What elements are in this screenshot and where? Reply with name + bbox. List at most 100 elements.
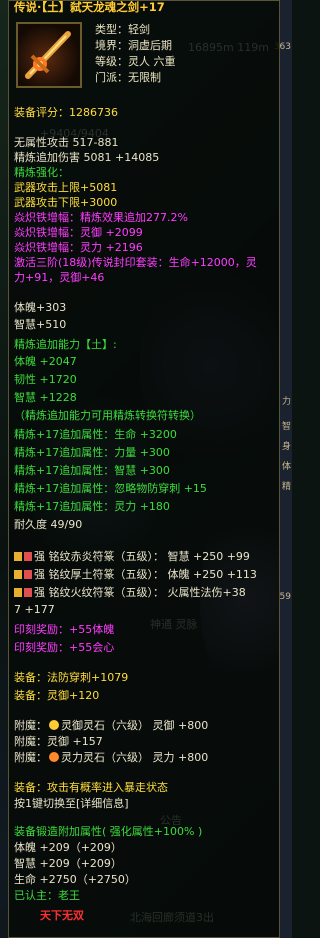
attribute-text: 按1键切换至[详细信息] <box>14 797 129 810</box>
item-realm: 境界：洞虚后期 <box>95 39 172 52</box>
attribute-line: 精炼+17追加属性：生命 +3200 <box>14 427 177 442</box>
attribute-line: 按1键切换至[详细信息] <box>14 796 129 811</box>
attribute-line: 体魄 +209（+209） <box>14 840 122 855</box>
attribute-text: 精炼+17追加属性：智慧 +300 <box>14 464 170 477</box>
gem-icon <box>49 752 59 762</box>
gem-icon <box>49 720 59 730</box>
attribute-text: 精炼+17追加属性：力量 +300 <box>14 446 170 459</box>
attribute-text: 韧性 +1720 <box>14 373 77 386</box>
attribute-line: 焱炽铁增幅：灵力 +2196 <box>14 240 143 255</box>
right-edge-strip: 363 力智身体精 59 <box>274 0 292 938</box>
background-text: 北海回廊须道3出 <box>130 911 214 924</box>
attribute-line: 精炼+17追加属性：忽略物防穿刺 +15 <box>14 481 207 496</box>
side-label: 身 <box>281 442 291 452</box>
attribute-line: 耐久度 49/90 <box>14 517 82 532</box>
attribute-line: 体魄+303 <box>14 300 66 315</box>
side-label: 智 <box>281 422 291 432</box>
attribute-text: 装备：法防穿刺+1079 <box>14 671 129 684</box>
attribute-text: 智慧 +1228 <box>14 391 77 404</box>
attribute-line: 武器攻击下限+3000 <box>14 195 117 210</box>
equipment-score: 装备评分：1286736 <box>14 106 118 119</box>
lock-icon <box>14 570 22 579</box>
attribute-line: 精炼追加伤害 5081 +14085 <box>14 150 159 165</box>
attribute-text: 焱炽铁增幅：灵力 +2196 <box>14 241 143 254</box>
attribute-text: 精炼+17追加属性：灵力 +180 <box>14 500 170 513</box>
attribute-text: 焱炽铁增幅：灵御 +2099 <box>14 226 143 239</box>
item-type: 类型：轻剑 <box>95 23 150 36</box>
attribute-line: 附魔：灵御 +157 <box>14 734 103 749</box>
attribute-line: 智慧 +209（+209） <box>14 856 122 871</box>
attribute-text: 生命 +2750（+2750） <box>14 873 136 886</box>
background-text: 公告 <box>160 814 182 827</box>
lock-icon <box>14 552 22 561</box>
attribute-text: 精炼追加伤害 5081 +14085 <box>14 151 160 164</box>
attribute-text: 力+91，灵御+46 <box>14 271 105 284</box>
attribute-text: （精炼追加能力可用精炼转换符转换） <box>14 409 201 422</box>
attribute-line: 装备：法防穿刺+1079 <box>14 670 128 685</box>
sword-icon <box>16 22 82 88</box>
attribute-line: 已认主：老王 <box>14 888 80 903</box>
attribute-line: 装备：攻击有概率进入暴走状态 <box>14 780 168 795</box>
attribute-text: 体魄 +2047 <box>14 355 77 368</box>
attribute-line: 附魔： 灵力灵石（六级） 灵力 +800 <box>14 750 208 765</box>
status-badge: 天下无双 <box>40 909 84 922</box>
attribute-text: 灵力灵石（六级） 灵力 +800 <box>61 751 209 764</box>
attribute-line: 智慧+510 <box>14 317 66 332</box>
attribute-line: 焱炽铁增幅：精炼效果追加277.2% <box>14 210 188 225</box>
attribute-line: 精炼+17追加属性：灵力 +180 <box>14 499 170 514</box>
background-text: 神通 灵脉 <box>150 618 198 631</box>
attribute-text: 强 铭纹赤炎符篆（五级）： 智慧 +250 +99 <box>34 550 250 563</box>
attribute-text: 体魄 +209（+209） <box>14 841 122 854</box>
attribute-text: 智慧 +209（+209） <box>14 857 122 870</box>
attribute-text: 附魔： <box>14 719 47 732</box>
attribute-line: 精炼追加能力【土】: <box>14 337 117 352</box>
attribute-text: 印刻奖励：+55体魄 <box>14 623 115 636</box>
attribute-text: 已认主：老王 <box>14 889 80 902</box>
attribute-text: 耐久度 49/90 <box>14 518 83 531</box>
side-label: 体 <box>281 462 291 472</box>
item-title: 传说·【土】弑天龙魂之剑+17 <box>14 0 165 14</box>
attribute-line: 武器攻击上限+5081 <box>14 180 117 195</box>
attribute-text: 武器攻击上限+5081 <box>14 181 118 194</box>
attribute-text: 7 +177 <box>14 603 55 616</box>
item-sect: 门派：无限制 <box>95 71 161 84</box>
attribute-line: 印刻奖励：+55会心 <box>14 640 114 655</box>
attribute-line: 体魄 +2047 <box>14 354 77 369</box>
attribute-text: 精炼+17追加属性：忽略物防穿刺 +15 <box>14 482 207 495</box>
attribute-text: 焱炽铁增幅：精炼效果追加277.2% <box>14 211 188 224</box>
attribute-line: 精炼+17追加属性：智慧 +300 <box>14 463 170 478</box>
rune-icon <box>24 552 32 561</box>
attribute-line: 韧性 +1720 <box>14 372 77 387</box>
attribute-line: 附魔： 灵御灵石（六级） 灵御 +800 <box>14 718 208 733</box>
attribute-line: 激活三阶(18级)传说封印套装：生命+12000，灵 <box>14 255 257 270</box>
rune-icon <box>24 570 32 579</box>
attribute-line: （精炼追加能力可用精炼转换符转换） <box>14 408 201 423</box>
attribute-line: 强 铭纹厚土符篆（五级）： 体魄 +250 +113 <box>14 567 257 582</box>
background-text: +9404/9404 <box>40 127 109 140</box>
side-label: 精 <box>281 482 291 492</box>
attribute-text: 激活三阶(18级)传说封印套装：生命+12000，灵 <box>14 256 257 269</box>
attribute-line: 生命 +2750（+2750） <box>14 872 136 887</box>
attribute-line: 印刻奖励：+55体魄 <box>14 622 114 637</box>
attribute-text: 附魔：灵御 +157 <box>14 735 103 748</box>
attribute-text: 附魔： <box>14 751 47 764</box>
attribute-line: 力+91，灵御+46 <box>14 270 104 285</box>
attribute-text: 强 铭纹厚土符篆（五级）： 体魄 +250 +113 <box>34 568 257 581</box>
attribute-text: 精炼强化： <box>14 166 69 179</box>
attribute-line: 强 铭纹火纹符篆（五级）： 火属性法伤+38 <box>14 585 246 600</box>
attribute-text: 灵御灵石（六级） 灵御 +800 <box>61 719 209 732</box>
attribute-text: 装备：攻击有概率进入暴走状态 <box>14 781 168 794</box>
side-label: 力 <box>281 397 291 407</box>
rune-icon <box>24 588 32 597</box>
item-level: 等级：灵人 六重 <box>95 55 176 68</box>
attribute-line: 智慧 +1228 <box>14 390 77 405</box>
lock-icon <box>14 588 22 597</box>
attribute-line: 装备：灵御+120 <box>14 688 99 703</box>
attribute-line: 精炼强化： <box>14 165 69 180</box>
background-text: 16895m 119m <box>188 41 269 54</box>
attribute-text: 装备：灵御+120 <box>14 689 100 702</box>
attribute-text: 智慧+510 <box>14 318 67 331</box>
attribute-text: 精炼+17追加属性：生命 +3200 <box>14 428 177 441</box>
attribute-line: 强 铭纹赤炎符篆（五级）： 智慧 +250 +99 <box>14 549 250 564</box>
attribute-text: 印刻奖励：+55会心 <box>14 641 115 654</box>
